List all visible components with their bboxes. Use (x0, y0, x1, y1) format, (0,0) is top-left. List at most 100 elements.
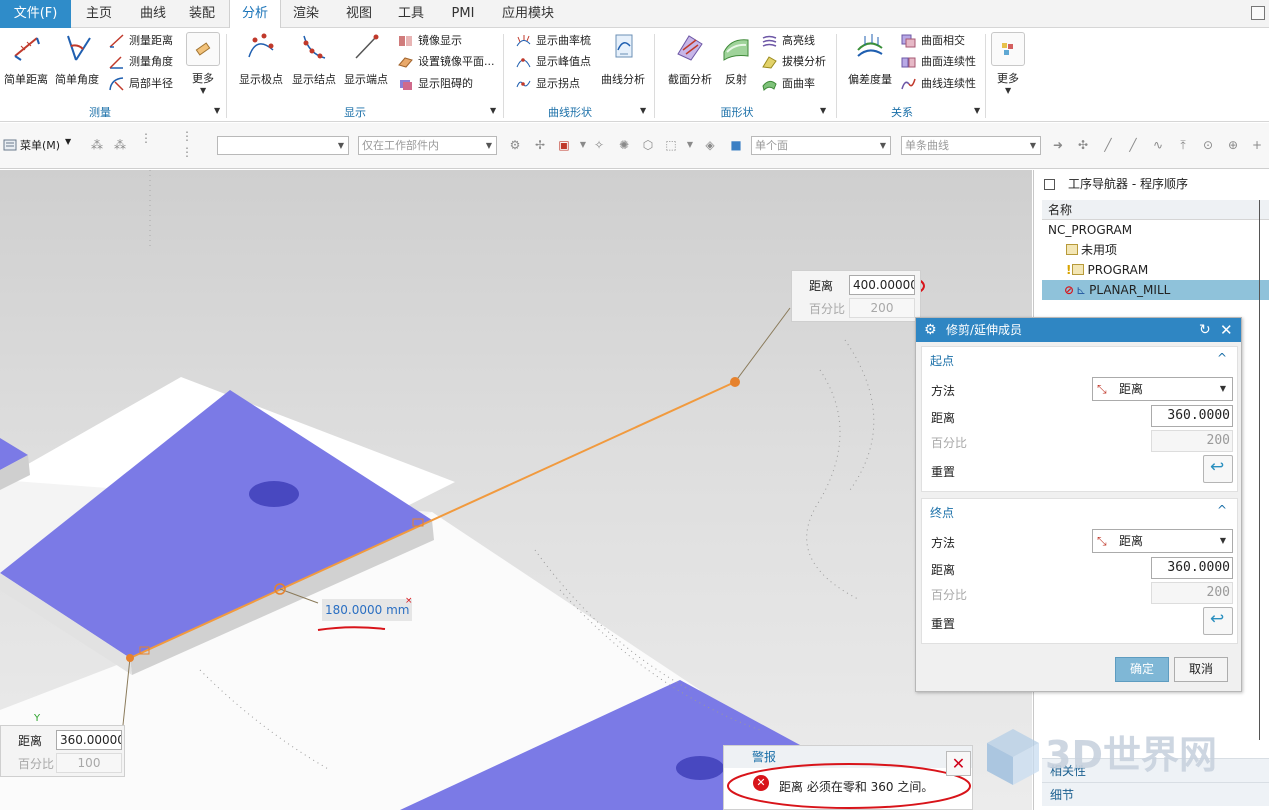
more-button[interactable] (991, 32, 1025, 66)
snap-icon[interactable]: ⁂ (90, 138, 104, 152)
distance-field[interactable]: 400.00000 (849, 275, 915, 295)
tree-item-planar-mill[interactable]: ⊘ ⊾ PLANAR_MILL (1042, 280, 1269, 300)
section-analysis-button[interactable]: 截面分析 (664, 32, 716, 87)
menu-dropdown[interactable]: 菜单(M) (20, 137, 60, 153)
reflection-button[interactable]: 反射 (718, 32, 754, 87)
deviation-gauge-button[interactable]: 偏差度量 (844, 32, 896, 87)
box-select-icon[interactable]: ⬚ (664, 138, 678, 152)
local-radius-button[interactable]: 局部半径 (109, 75, 173, 93)
chevron-down-icon[interactable]: ▼ (683, 138, 697, 152)
ok-button[interactable]: 确定 (1115, 657, 1169, 682)
show-knots-button[interactable]: 显示结点 (289, 32, 339, 87)
show-poles-button[interactable]: 显示极点 (236, 32, 286, 87)
selection-filter-icon[interactable]: ⋮ (180, 145, 194, 159)
chevron-down-icon[interactable]: ▼ (576, 138, 590, 152)
tab-render[interactable]: 渲染 (284, 0, 328, 28)
more-label[interactable]: 更多 (991, 70, 1025, 86)
line-icon[interactable]: ╱ (1101, 138, 1115, 152)
end-method-dropdown[interactable]: ⤡ 距离 ▼ (1092, 529, 1233, 553)
chevron-down-icon[interactable]: ▼ (200, 86, 206, 95)
show-peak-points-button[interactable]: 显示峰值点 (516, 53, 591, 71)
selection-filter-icon[interactable]: ⋮ (180, 129, 194, 143)
simple-angle-button[interactable]: 简单角度 (52, 32, 102, 87)
scope-dropdown[interactable]: 仅在工作部件内 ▼ (358, 136, 497, 155)
show-curvature-comb-button[interactable]: 显示曲率梳 (516, 32, 591, 50)
chevron-down-icon[interactable]: ▼ (65, 137, 71, 146)
highlight-lines-button[interactable]: 高亮线 (762, 32, 815, 50)
group-expand-icon[interactable]: ▼ (490, 106, 496, 115)
tab-curve[interactable]: 曲线 (131, 0, 175, 28)
line-icon[interactable]: ╱ (1126, 138, 1140, 152)
reset-icon[interactable]: ↻ (1199, 318, 1211, 342)
percent-field[interactable]: 100 (56, 753, 122, 773)
circle-center-icon[interactable]: ⊙ (1201, 138, 1215, 152)
surface-continuity-button[interactable]: 曲面连续性 (901, 53, 976, 71)
dimension-close-icon[interactable]: × (405, 596, 413, 606)
show-endpoints-button[interactable]: 显示端点 (341, 32, 391, 87)
group-expand-icon[interactable]: ▼ (820, 106, 826, 115)
end-percent-input[interactable]: 200 (1151, 582, 1233, 604)
tab-pmi[interactable]: PMI (441, 0, 485, 28)
mirror-display-button[interactable]: 镜像显示 (398, 32, 462, 50)
group-expand-icon[interactable]: ▼ (214, 106, 220, 115)
percent-field[interactable]: 200 (849, 298, 915, 318)
tab-home[interactable]: 主页 (77, 0, 121, 28)
snap-icon[interactable]: ⁂ (113, 138, 127, 152)
hexagon-icon[interactable]: ⬡ (641, 138, 655, 152)
dialog-title-bar[interactable]: ⚙ 修剪/延伸成员 ↻ ✕ (916, 318, 1241, 342)
tree-item-unused[interactable]: 未用项 (1042, 240, 1269, 260)
show-inflection-button[interactable]: 显示拐点 (516, 75, 580, 93)
tree-item-nc-program[interactable]: NC_PROGRAM (1042, 220, 1269, 240)
curve-continuity-button[interactable]: 曲线连续性 (901, 75, 976, 93)
start-distance-input[interactable]: 360.0000 (1151, 405, 1233, 427)
cancel-button[interactable]: 取消 (1174, 657, 1228, 682)
arrow-up-icon[interactable]: ⤒ (1176, 138, 1190, 152)
tab-app-modules[interactable]: 应用模块 (494, 0, 562, 28)
end-handle[interactable] (730, 377, 740, 387)
chevron-up-icon[interactable]: ^ (1217, 351, 1227, 365)
simple-distance-button[interactable]: 简单距离 (2, 32, 50, 87)
surface-intersection-button[interactable]: 曲面相交 (901, 32, 965, 50)
select-icon[interactable]: ⚙ (508, 138, 522, 152)
chevron-down-icon[interactable]: ▼ (1005, 86, 1011, 95)
snap-icon[interactable]: ✣ (1076, 138, 1090, 152)
close-icon[interactable]: ✕ (1220, 318, 1233, 342)
chevron-up-icon[interactable]: ^ (1217, 503, 1227, 517)
tree-item-program[interactable]: ! PROGRAM (1042, 260, 1269, 280)
quadrant-icon[interactable]: ⊕ (1226, 138, 1240, 152)
window-restore-button[interactable] (1251, 6, 1265, 20)
start-percent-input[interactable]: 200 (1151, 430, 1233, 452)
end-reset-button[interactable]: ↩ (1203, 607, 1233, 635)
select-icon[interactable]: ✢ (533, 138, 547, 152)
end-distance-input[interactable]: 360.0000 (1151, 557, 1233, 579)
tab-assembly[interactable]: 装配 (180, 0, 224, 28)
measure-angle-button[interactable]: 测量角度 (109, 53, 173, 71)
graphics-viewport[interactable]: 180.0000 mm × 距离 400.00000 百分比 200 距离 36… (0, 170, 1032, 810)
snap-icon[interactable]: ✧ (592, 138, 606, 152)
face-curvature-button[interactable]: 面曲率 (762, 75, 815, 93)
face-rule-dropdown[interactable]: 单个面 ▼ (751, 136, 891, 155)
start-handle[interactable] (126, 654, 134, 662)
solid-icon[interactable]: ■ (729, 138, 743, 152)
start-method-dropdown[interactable]: ⤡ 距离 ▼ (1092, 377, 1233, 401)
measure-more-label[interactable]: 更多 (186, 70, 220, 86)
snap-icon[interactable]: ✺ (617, 138, 631, 152)
tab-analysis[interactable]: 分析 (229, 0, 281, 29)
face-icon[interactable]: ◈ (703, 138, 717, 152)
dimension-label[interactable]: 180.0000 mm (322, 599, 413, 621)
alert-close-button[interactable]: ✕ (946, 751, 971, 776)
arrow-right-icon[interactable]: ➜ (1051, 138, 1065, 152)
measure-more-button[interactable] (186, 32, 220, 66)
tab-tools[interactable]: 工具 (389, 0, 433, 28)
distance-field[interactable]: 360.00000 (56, 730, 122, 750)
selection-filter-icon[interactable]: ⋮ (139, 131, 153, 145)
start-reset-button[interactable]: ↩ (1203, 455, 1233, 483)
end-section-header[interactable]: 终点 (930, 504, 954, 521)
select-all-icon[interactable]: ▣ (557, 138, 571, 152)
type-filter-dropdown[interactable]: ▼ (217, 136, 349, 155)
column-header-name[interactable]: 名称 (1042, 200, 1269, 220)
measure-distance-button[interactable]: 测量距离 (109, 32, 173, 50)
curve-analysis-button[interactable]: 曲线分析 (598, 32, 648, 87)
show-blocked-button[interactable]: 显示阻碍的 (398, 75, 473, 93)
curve-rule-dropdown[interactable]: 单条曲线 ▼ (901, 136, 1041, 155)
